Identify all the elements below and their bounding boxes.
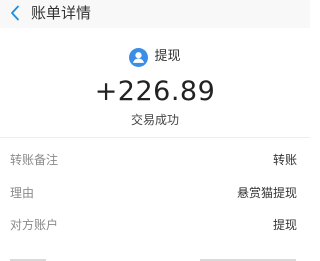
detail-label: 转账备注 bbox=[10, 153, 59, 167]
detail-label: 对方账户 bbox=[10, 218, 59, 232]
section-divider bbox=[0, 137, 310, 138]
transaction-amount: +226.89 bbox=[94, 76, 216, 107]
detail-row-reason: 理由 悬赏猫提现 bbox=[0, 184, 310, 204]
user-avatar-icon bbox=[129, 47, 149, 67]
next-row-partial bbox=[0, 254, 310, 261]
payee-row: 提现 bbox=[0, 46, 310, 68]
detail-label: 理由 bbox=[10, 186, 35, 200]
back-button[interactable] bbox=[6, 2, 24, 24]
bill-detail-screen: 账单详情 提现 +226.89 交易成功 转账备注 转账 理由 悬赏猫提现 对方… bbox=[0, 0, 310, 261]
chevron-left-icon bbox=[11, 5, 19, 21]
detail-row-counterparty[interactable]: 对方账户 提现 bbox=[0, 216, 310, 236]
detail-value: 悬赏猫提现 bbox=[236, 186, 297, 200]
detail-value: 提现 bbox=[272, 218, 297, 232]
payee-name: 提现 bbox=[154, 49, 181, 64]
nav-bar: 账单详情 bbox=[0, 0, 310, 28]
detail-value: 转账 bbox=[272, 153, 297, 167]
detail-row-remark: 转账备注 转账 bbox=[0, 151, 310, 171]
page-title: 账单详情 bbox=[31, 4, 92, 22]
transaction-status: 交易成功 bbox=[130, 113, 179, 127]
